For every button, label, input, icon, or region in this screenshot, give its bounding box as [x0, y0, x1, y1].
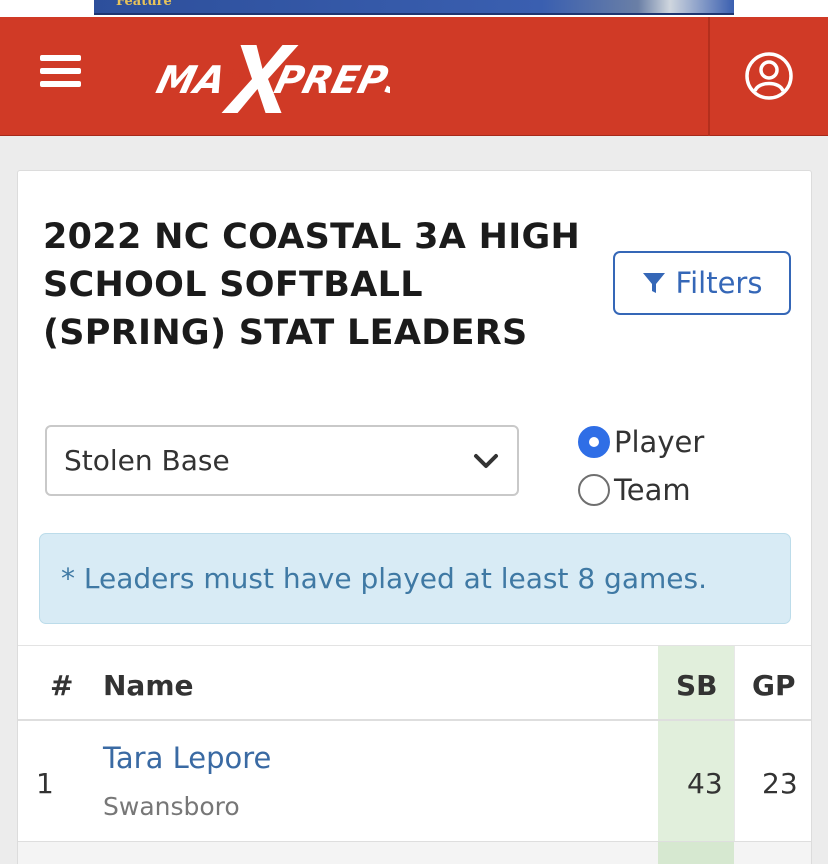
radio-team-button[interactable] [578, 474, 610, 506]
ad-text: Feature [116, 0, 172, 9]
player-school: Swansboro [103, 792, 240, 821]
maxpreps-logo[interactable]: MA PREPS [150, 39, 390, 115]
filters-label: Filters [675, 266, 763, 300]
gp-column-separator [734, 646, 735, 864]
filter-funnel-icon [642, 273, 665, 293]
ad-banner[interactable]: Feature [94, 0, 734, 15]
note-text: * Leaders must have played at least 8 ga… [61, 562, 707, 595]
col-header-rank: # [50, 669, 74, 702]
filters-button[interactable]: Filters [613, 251, 791, 315]
table-header-divider [18, 719, 811, 721]
row-sb-value: 43 [687, 767, 723, 800]
stat-category-select[interactable]: Stolen Base [45, 425, 519, 496]
minimum-games-note: * Leaders must have played at least 8 ga… [39, 533, 791, 624]
player-name-link[interactable]: Tara Lepore [103, 741, 271, 775]
chevron-down-icon [474, 454, 498, 468]
row-gp-value: 23 [762, 767, 798, 800]
header-separator [708, 17, 710, 136]
hamburger-menu-icon[interactable] [40, 55, 81, 93]
col-header-gp[interactable]: GP [752, 669, 796, 702]
user-account-icon[interactable] [744, 51, 794, 101]
stat-category-value: Stolen Base [64, 444, 230, 477]
svg-text:PREPS: PREPS [270, 59, 390, 103]
page-title: 2022 NC Coastal 3A High School Softball … [43, 217, 581, 353]
radio-team[interactable]: Team [578, 473, 691, 507]
table-row-divider [18, 841, 811, 842]
stat-leaders-card: 2022 NC Coastal 3A High School Softball … [17, 170, 812, 864]
svg-text:MA: MA [152, 59, 230, 103]
radio-player-label: Player [614, 425, 705, 459]
col-header-name[interactable]: Name [103, 669, 194, 702]
radio-team-label: Team [614, 473, 691, 507]
ad-strip: Feature [0, 0, 828, 17]
row-rank: 1 [36, 767, 54, 800]
radio-player[interactable]: Player [578, 425, 704, 459]
col-header-sb[interactable]: SB [676, 669, 718, 702]
site-header: MA PREPS [0, 17, 828, 136]
table-row-2-sb-cell [658, 842, 734, 864]
radio-player-button[interactable] [578, 426, 610, 458]
